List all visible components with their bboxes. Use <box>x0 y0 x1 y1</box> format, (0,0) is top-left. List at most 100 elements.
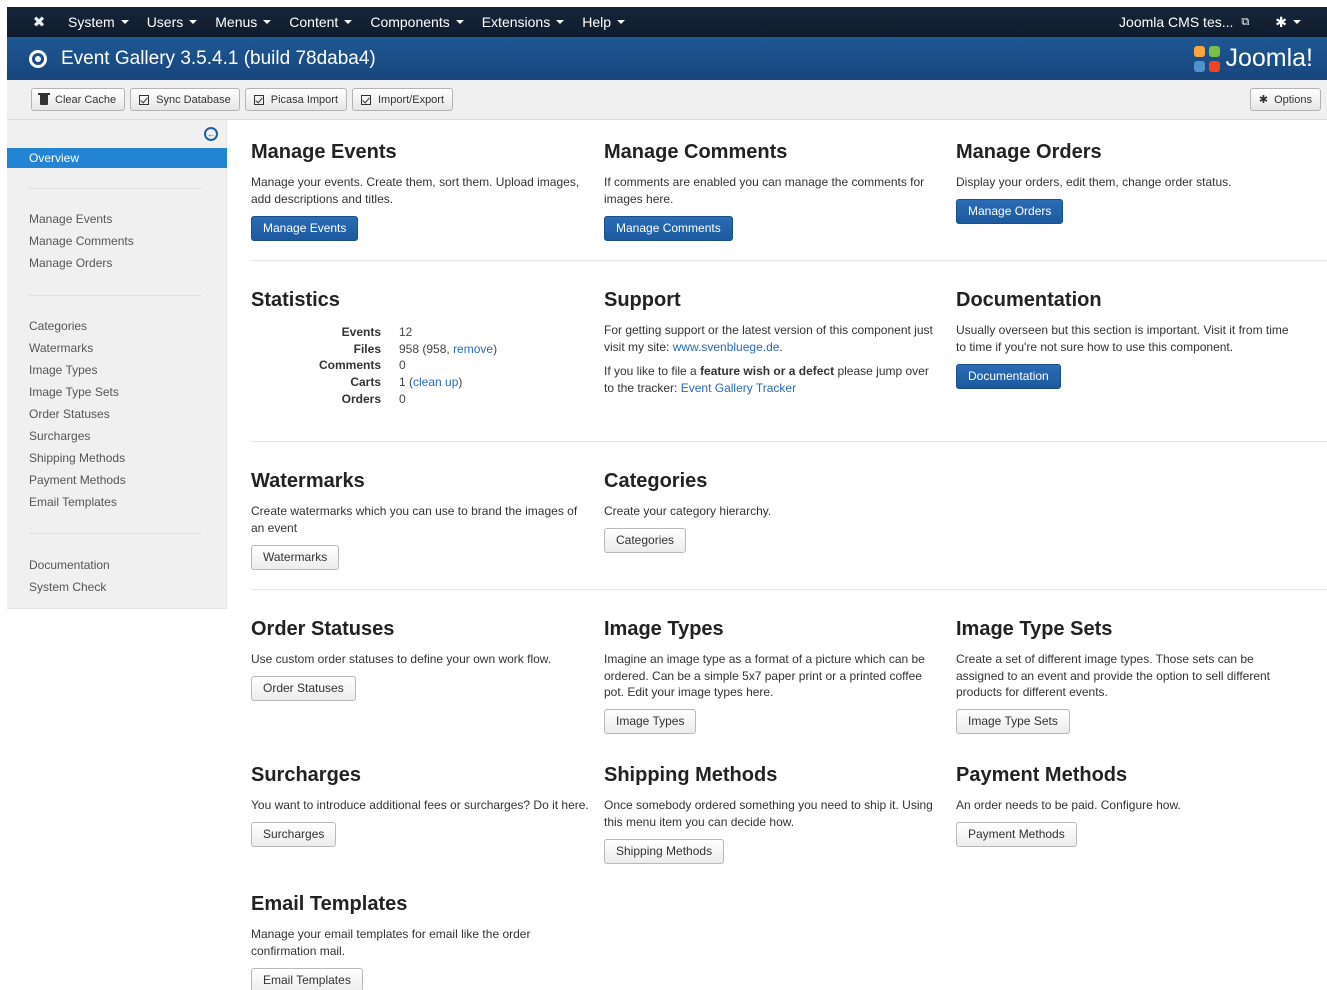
categories-button[interactable]: Categories <box>604 528 687 553</box>
collapse-sidebar-icon[interactable]: ← <box>204 127 218 141</box>
stat-value: 1 ( <box>399 375 414 390</box>
caret-down-icon <box>120 20 129 24</box>
section-divider <box>251 589 1327 590</box>
joomla-menu-icon[interactable]: ✖ <box>19 13 59 31</box>
caret-down-icon <box>455 20 464 24</box>
support-site-link[interactable]: www.svenbluege.de <box>673 340 780 354</box>
title-bar: Event Gallery 3.5.4.1 (build 78daba4) Jo… <box>7 37 1327 80</box>
page-title: Event Gallery 3.5.4.1 (build 78daba4) <box>61 47 376 69</box>
gear-icon: ✱ <box>1275 13 1287 30</box>
picasa-import-button[interactable]: Picasa Import <box>244 88 347 111</box>
watermarks-button[interactable]: Watermarks <box>251 545 340 570</box>
import-export-label: Import/Export <box>378 93 445 106</box>
section-divider <box>251 441 1327 442</box>
stat-row-orders: Orders 0 <box>300 391 497 408</box>
options-label: Options <box>1274 93 1312 106</box>
checkbox-icon <box>253 94 264 105</box>
checkbox-icon <box>361 94 371 105</box>
stat-row-comments: Comments 0 <box>300 357 497 374</box>
sidebar-item-overview[interactable]: Overview <box>7 148 227 168</box>
caret-down-icon <box>344 20 353 24</box>
sidebar-item-image-types[interactable]: Image Types <box>29 363 97 377</box>
clear-cache-button[interactable]: Clear Cache <box>31 88 126 111</box>
nav-content[interactable]: Content <box>280 14 361 30</box>
sidebar-divider <box>29 533 201 534</box>
support-paragraph-1: For getting support or the latest versio… <box>604 323 933 354</box>
clean-up-carts-link[interactable]: clean up <box>413 375 458 389</box>
external-link-icon: ⧉ <box>1241 15 1250 28</box>
nav-users[interactable]: Users <box>138 14 207 30</box>
manage-comments-desc: If comments are enabled you can manage t… <box>604 175 925 206</box>
sidebar-item-shipping-methods[interactable]: Shipping Methods <box>29 451 125 465</box>
documentation-button[interactable]: Documentation <box>956 364 1061 389</box>
caret-down-icon <box>617 20 625 24</box>
sidebar-item-image-type-sets[interactable]: Image Type Sets <box>29 385 119 399</box>
caret-down-icon <box>556 20 565 24</box>
joomla-logo: Joomla! <box>1194 44 1313 73</box>
import-export-button[interactable]: Import/Export <box>352 88 454 111</box>
image-type-sets-button[interactable]: Image Type Sets <box>956 709 1070 734</box>
image-type-sets-desc: Create a set of different image types. T… <box>956 652 1270 699</box>
sidebar-item-documentation[interactable]: Documentation <box>29 558 110 572</box>
remove-files-link[interactable]: remove <box>453 342 493 356</box>
order-statuses-button[interactable]: Order Statuses <box>251 676 356 701</box>
payment-methods-button[interactable]: Payment Methods <box>956 822 1077 847</box>
manage-comments-button[interactable]: Manage Comments <box>604 216 733 241</box>
nav-content-label: Content <box>289 14 339 30</box>
stat-row-files: Files 958 (958, remove) <box>300 341 497 358</box>
statistics-table: Events 12 Files 958 (958, remove) Comments… <box>300 324 497 407</box>
trash-icon <box>38 92 50 105</box>
tracker-link[interactable]: Event Gallery Tracker <box>681 381 796 395</box>
sidebar-item-order-statuses[interactable]: Order Statuses <box>29 407 110 421</box>
manage-orders-title: Manage Orders <box>956 141 1102 163</box>
stat-row-carts: Carts 1 (clean up) <box>300 374 497 391</box>
nav-components[interactable]: Components <box>361 14 472 30</box>
image-type-sets-title: Image Type Sets <box>956 618 1113 640</box>
sidebar-item-manage-orders[interactable]: Manage Orders <box>29 256 112 270</box>
sync-database-button[interactable]: Sync Database <box>130 88 240 111</box>
sidebar-item-surcharges[interactable]: Surcharges <box>29 429 90 443</box>
nav-help-label: Help <box>582 14 611 30</box>
image-types-desc: Imagine an image type as a format of a p… <box>604 652 925 699</box>
nav-system[interactable]: System <box>59 14 138 30</box>
user-menu[interactable]: ✱ <box>1275 14 1327 31</box>
sidebar-item-watermarks[interactable]: Watermarks <box>29 341 93 355</box>
stat-label: Files <box>353 341 381 356</box>
sidebar-item-system-check[interactable]: System Check <box>29 580 106 594</box>
options-button[interactable]: ✱ Options <box>1249 88 1321 111</box>
stat-value: 12 <box>399 325 413 339</box>
clear-cache-label: Clear Cache <box>55 93 117 106</box>
stat-label: Carts <box>350 375 381 390</box>
sidebar-item-categories[interactable]: Categories <box>29 319 87 333</box>
image-types-title: Image Types <box>604 618 724 640</box>
image-types-button[interactable]: Image Types <box>604 709 697 734</box>
sidebar-item-manage-events[interactable]: Manage Events <box>29 212 112 226</box>
nav-extensions[interactable]: Extensions <box>473 14 573 30</box>
categories-title: Categories <box>604 470 708 492</box>
support-paragraph-2: If you like to file a feature wish or a … <box>604 363 939 396</box>
shipping-methods-title: Shipping Methods <box>604 764 778 786</box>
caret-down-icon <box>1293 20 1301 24</box>
gear-icon: ✱ <box>1258 94 1269 106</box>
stat-label: Comments <box>318 358 381 373</box>
stat-value: 0 <box>399 391 406 406</box>
manage-orders-button[interactable]: Manage Orders <box>956 199 1064 224</box>
email-templates-button[interactable]: Email Templates <box>251 968 363 990</box>
surcharges-button[interactable]: Surcharges <box>251 822 337 847</box>
manage-events-desc: Manage your events. Create them, sort th… <box>251 175 580 206</box>
section-divider <box>251 260 1327 261</box>
site-link[interactable]: Joomla CMS tes... ⧉ <box>1119 14 1275 30</box>
shipping-methods-button[interactable]: Shipping Methods <box>604 839 725 864</box>
stat-value: 958 (958, <box>399 341 450 356</box>
manage-events-button[interactable]: Manage Events <box>251 216 359 241</box>
order-statuses-title: Order Statuses <box>251 618 395 640</box>
stat-label: Orders <box>341 391 381 406</box>
watermarks-desc: Create watermarks which you can use to b… <box>251 504 578 535</box>
manage-orders-desc: Display your orders, edit them, change o… <box>956 175 1232 189</box>
nav-help[interactable]: Help <box>573 14 634 30</box>
sidebar-item-payment-methods[interactable]: Payment Methods <box>29 473 126 487</box>
sidebar-item-manage-comments[interactable]: Manage Comments <box>29 234 134 248</box>
sidebar-item-email-templates[interactable]: Email Templates <box>29 495 117 509</box>
stat-suffix: ) <box>458 375 463 390</box>
nav-menus[interactable]: Menus <box>206 14 280 30</box>
